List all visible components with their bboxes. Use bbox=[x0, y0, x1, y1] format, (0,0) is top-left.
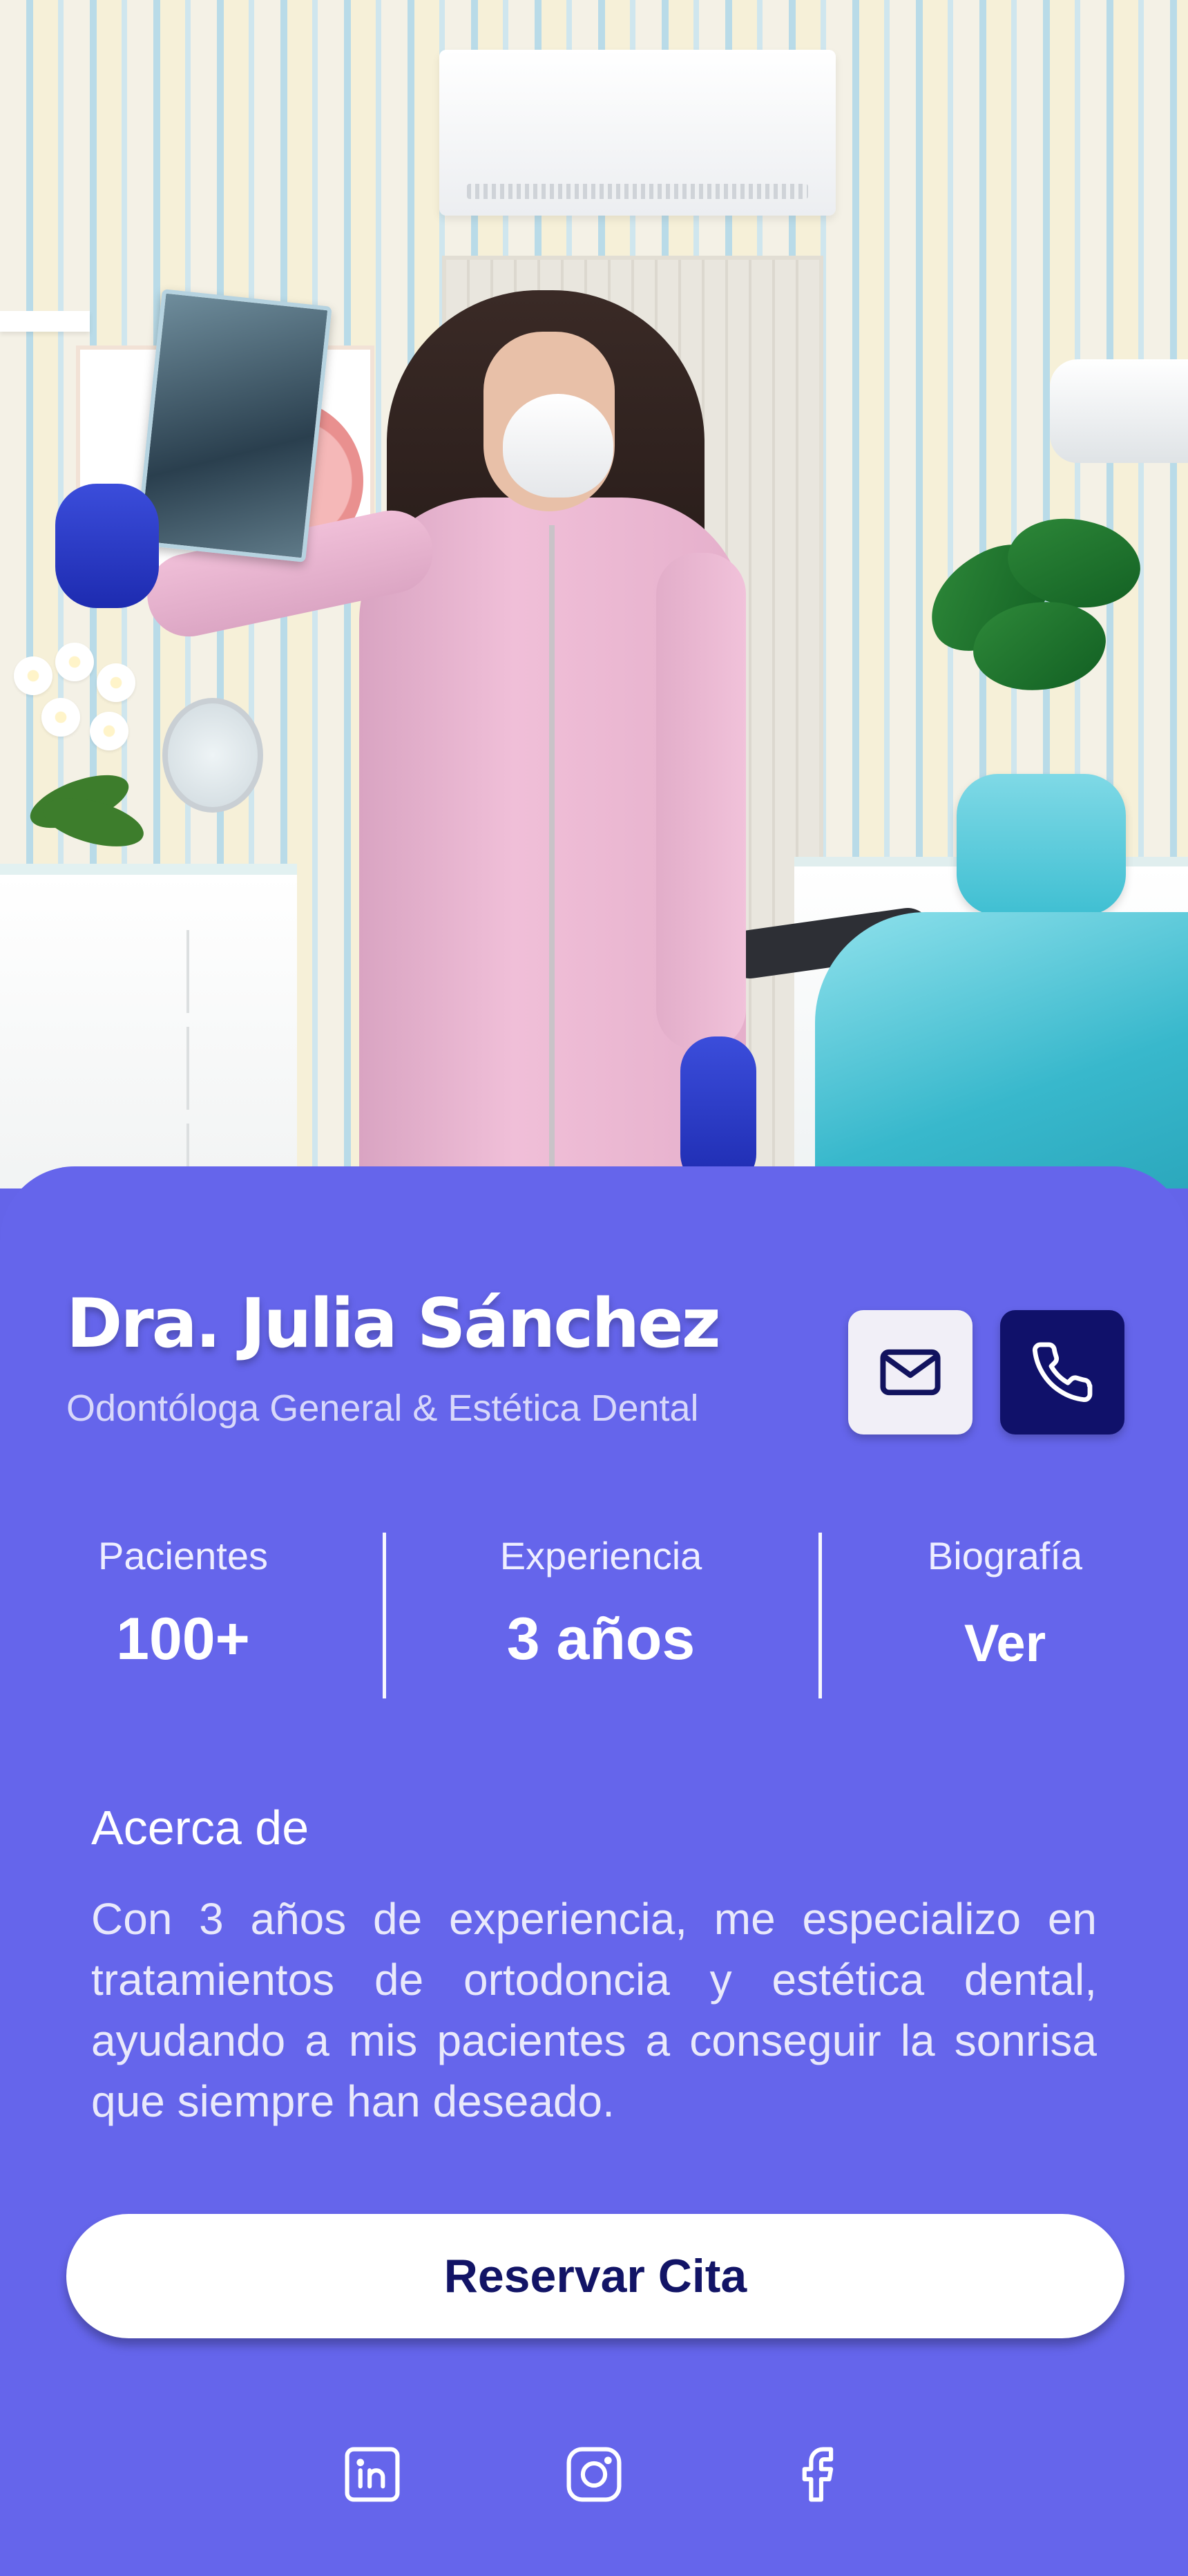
stats-divider bbox=[818, 1533, 822, 1698]
about-title: Acerca de bbox=[91, 1801, 309, 1855]
about-text: Con 3 años de experiencia, me especializ… bbox=[91, 1894, 1097, 2126]
stat-experience: Experiencia 3 años bbox=[477, 1533, 725, 1672]
xray-film bbox=[135, 289, 332, 562]
phone-button[interactable] bbox=[1000, 1310, 1124, 1434]
instagram-link[interactable] bbox=[556, 2436, 632, 2512]
email-button[interactable] bbox=[848, 1310, 973, 1434]
facebook-link[interactable] bbox=[778, 2436, 854, 2512]
stat-biography[interactable]: Biografía Ver bbox=[912, 1533, 1098, 1673]
facebook-icon bbox=[802, 2447, 834, 2502]
dental-chair-headrest bbox=[957, 774, 1126, 916]
monstera-plant bbox=[912, 498, 1151, 739]
linkedin-link[interactable] bbox=[334, 2436, 410, 2512]
stats-row: Pacientes 100+ Experiencia 3 años Biogra… bbox=[0, 1533, 1188, 1705]
air-conditioner bbox=[439, 50, 836, 216]
stat-label: Pacientes bbox=[98, 1534, 268, 1578]
doctor-photo bbox=[0, 0, 1188, 1188]
stat-label: Biografía bbox=[927, 1534, 1083, 1578]
profile-card: Dra. Julia Sánchez Odontóloga General & … bbox=[0, 1166, 1188, 2576]
dental-chair bbox=[815, 912, 1188, 1188]
stats-divider bbox=[383, 1533, 386, 1698]
phone-icon bbox=[1033, 1342, 1093, 1402]
view-biography-link[interactable]: Ver bbox=[912, 1615, 1098, 1673]
book-appointment-button[interactable]: Reservar Cita bbox=[66, 2214, 1124, 2338]
face-mask bbox=[503, 394, 613, 498]
mail-icon bbox=[880, 1349, 941, 1396]
doctor-specialty: Odontóloga General & Estética Dental bbox=[66, 1388, 699, 1429]
stat-value: 3 años bbox=[506, 1606, 696, 1673]
dental-lamp bbox=[1050, 359, 1188, 463]
orchid-plant bbox=[14, 643, 152, 856]
glove-left bbox=[55, 484, 159, 608]
wall-shelf bbox=[0, 311, 90, 332]
stat-value: 100+ bbox=[116, 1606, 250, 1673]
doctor-name: Dra. Julia Sánchez bbox=[66, 1285, 721, 1363]
coat-zipper bbox=[549, 525, 555, 1188]
hand-mirror bbox=[162, 698, 263, 813]
stat-patients: Pacientes 100+ bbox=[90, 1533, 276, 1672]
stat-label: Experiencia bbox=[499, 1534, 702, 1578]
linkedin-icon bbox=[345, 2447, 400, 2502]
instagram-icon bbox=[566, 2447, 622, 2502]
glove-right bbox=[680, 1036, 756, 1188]
doctor-arm-right bbox=[656, 553, 746, 1050]
left-counter bbox=[0, 864, 297, 1188]
